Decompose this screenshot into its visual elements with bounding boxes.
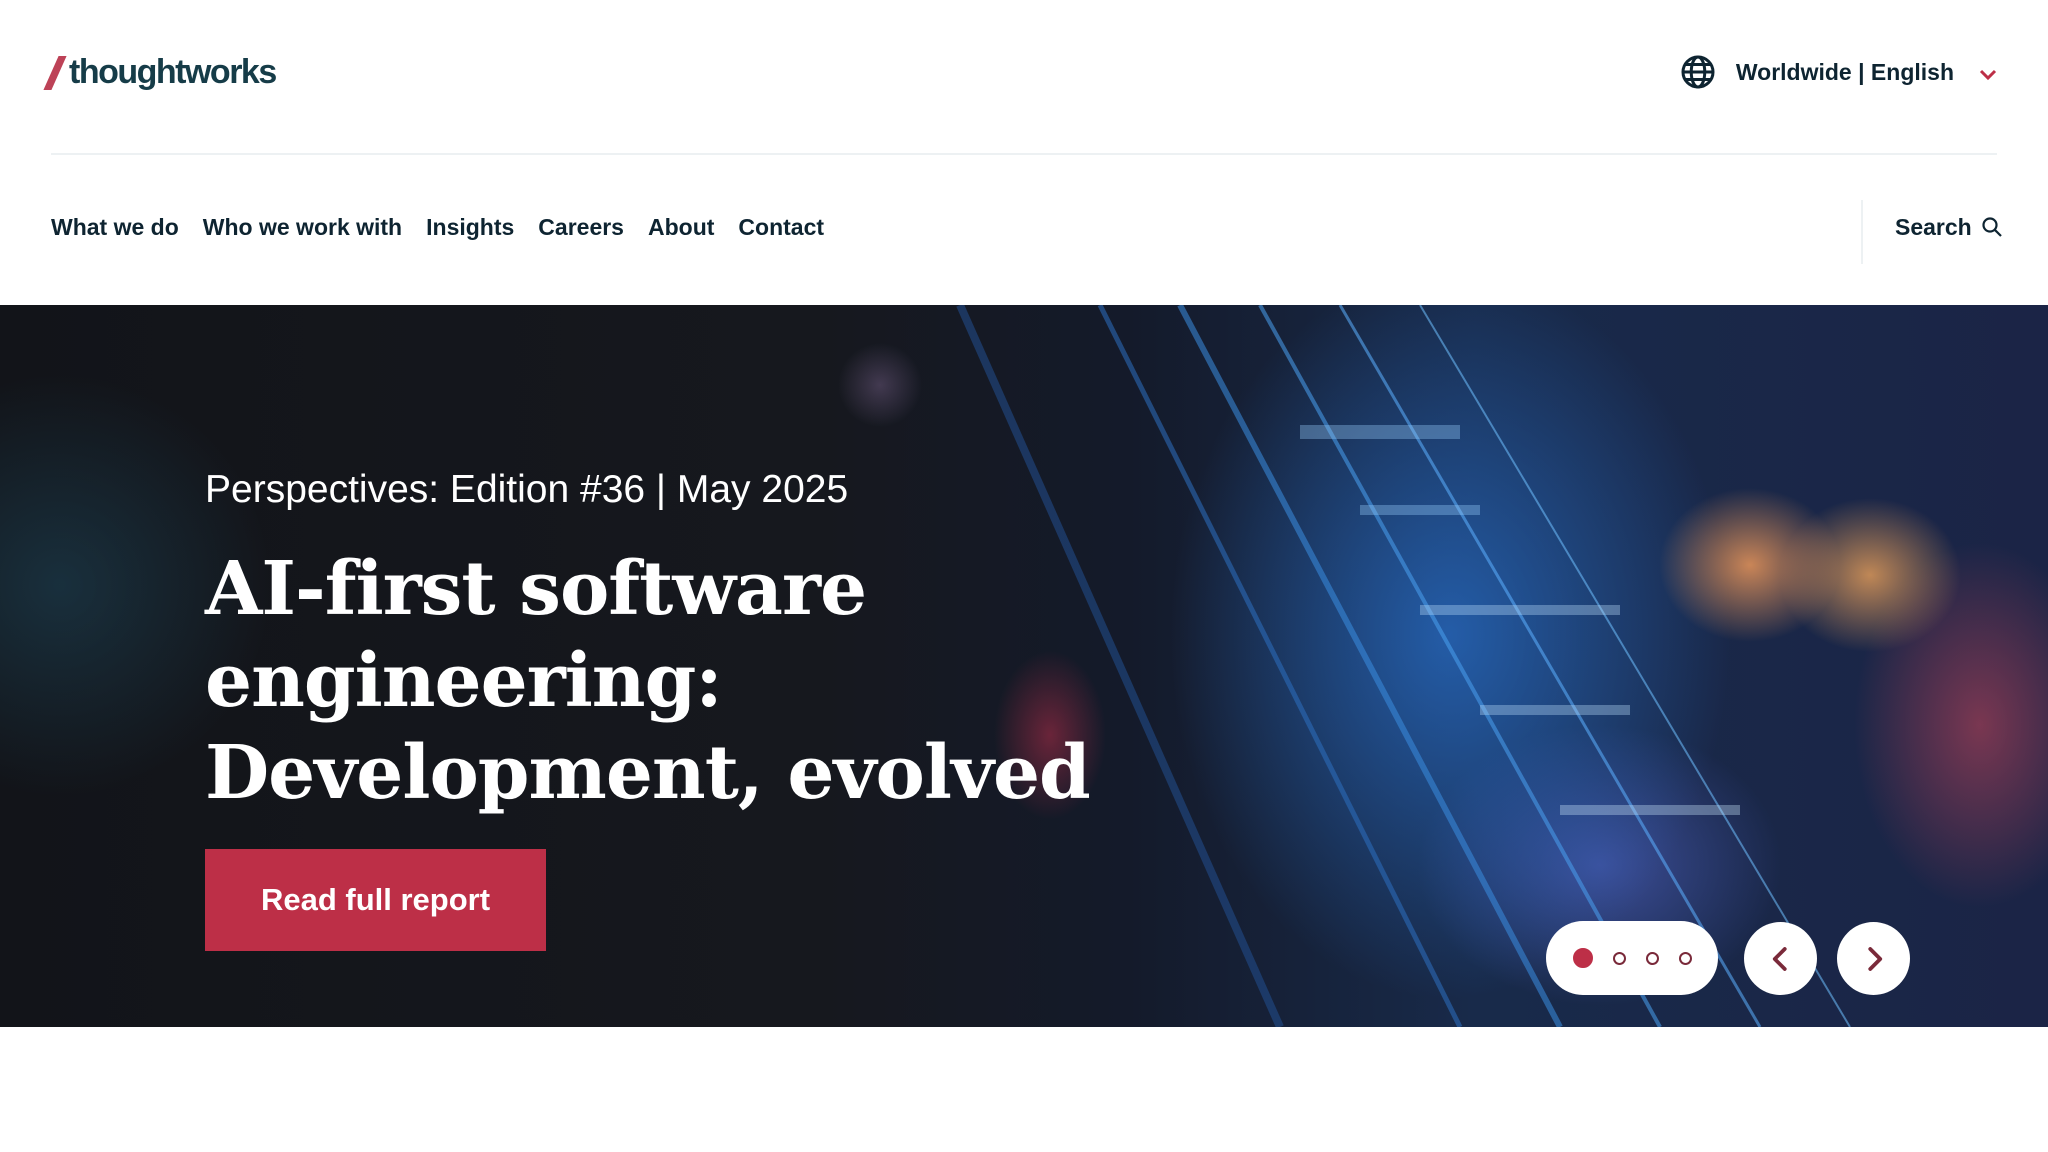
hero-banner: Perspectives: Edition #36 | May 2025 AI-… [0,305,2048,1027]
carousel-dot-4[interactable] [1678,951,1692,965]
locale-label: Worldwide | English [1735,58,1954,85]
nav-item-what-we-do[interactable]: What we do [51,214,179,241]
carousel-prev-button[interactable] [1744,922,1817,995]
locale-selector[interactable]: Worldwide | English [1680,54,2000,90]
nav-item-careers[interactable]: Careers [538,214,624,241]
read-full-report-button[interactable]: Read full report [205,849,546,951]
header-divider [51,153,1997,155]
chevron-left-icon [1772,946,1787,971]
hero-title-line2: Development, evolved [205,730,1091,816]
carousel-dot-1[interactable] [1572,948,1593,968]
carousel-dot-2[interactable] [1612,951,1626,965]
carousel-next-button[interactable] [1837,922,1910,995]
chevron-right-icon [1867,946,1882,971]
hero-title-line1: AI-first software engineering: [205,546,867,724]
nav-item-contact[interactable]: Contact [738,214,824,241]
main-nav: What we do Who we work with Insights Car… [51,214,824,241]
search-button[interactable]: Search [1895,214,2004,241]
search-area: Search [1861,200,2048,264]
search-label: Search [1895,214,1972,240]
carousel-pagination [1546,921,1718,995]
logo-slash-icon [43,56,67,90]
carousel-dot-3[interactable] [1645,951,1659,965]
thoughtworks-logo[interactable]: thoughtworks [43,52,277,92]
hero-eyebrow: Perspectives: Edition #36 | May 2025 [205,468,849,511]
hero-content: Perspectives: Edition #36 | May 2025 AI-… [205,465,1405,951]
hero-title: AI-first software engineering: Developme… [205,543,1405,819]
nav-item-who-we-work-with[interactable]: Who we work with [203,214,402,241]
chevron-down-icon [1979,69,1997,81]
top-header: thoughtworks Worldwide | English [0,0,2048,154]
globe-icon [1681,55,1715,89]
search-icon [1982,216,2002,237]
nav-item-insights[interactable]: Insights [426,214,514,241]
logo-text: thoughtworks [69,53,277,91]
nav-item-about[interactable]: About [648,214,714,241]
